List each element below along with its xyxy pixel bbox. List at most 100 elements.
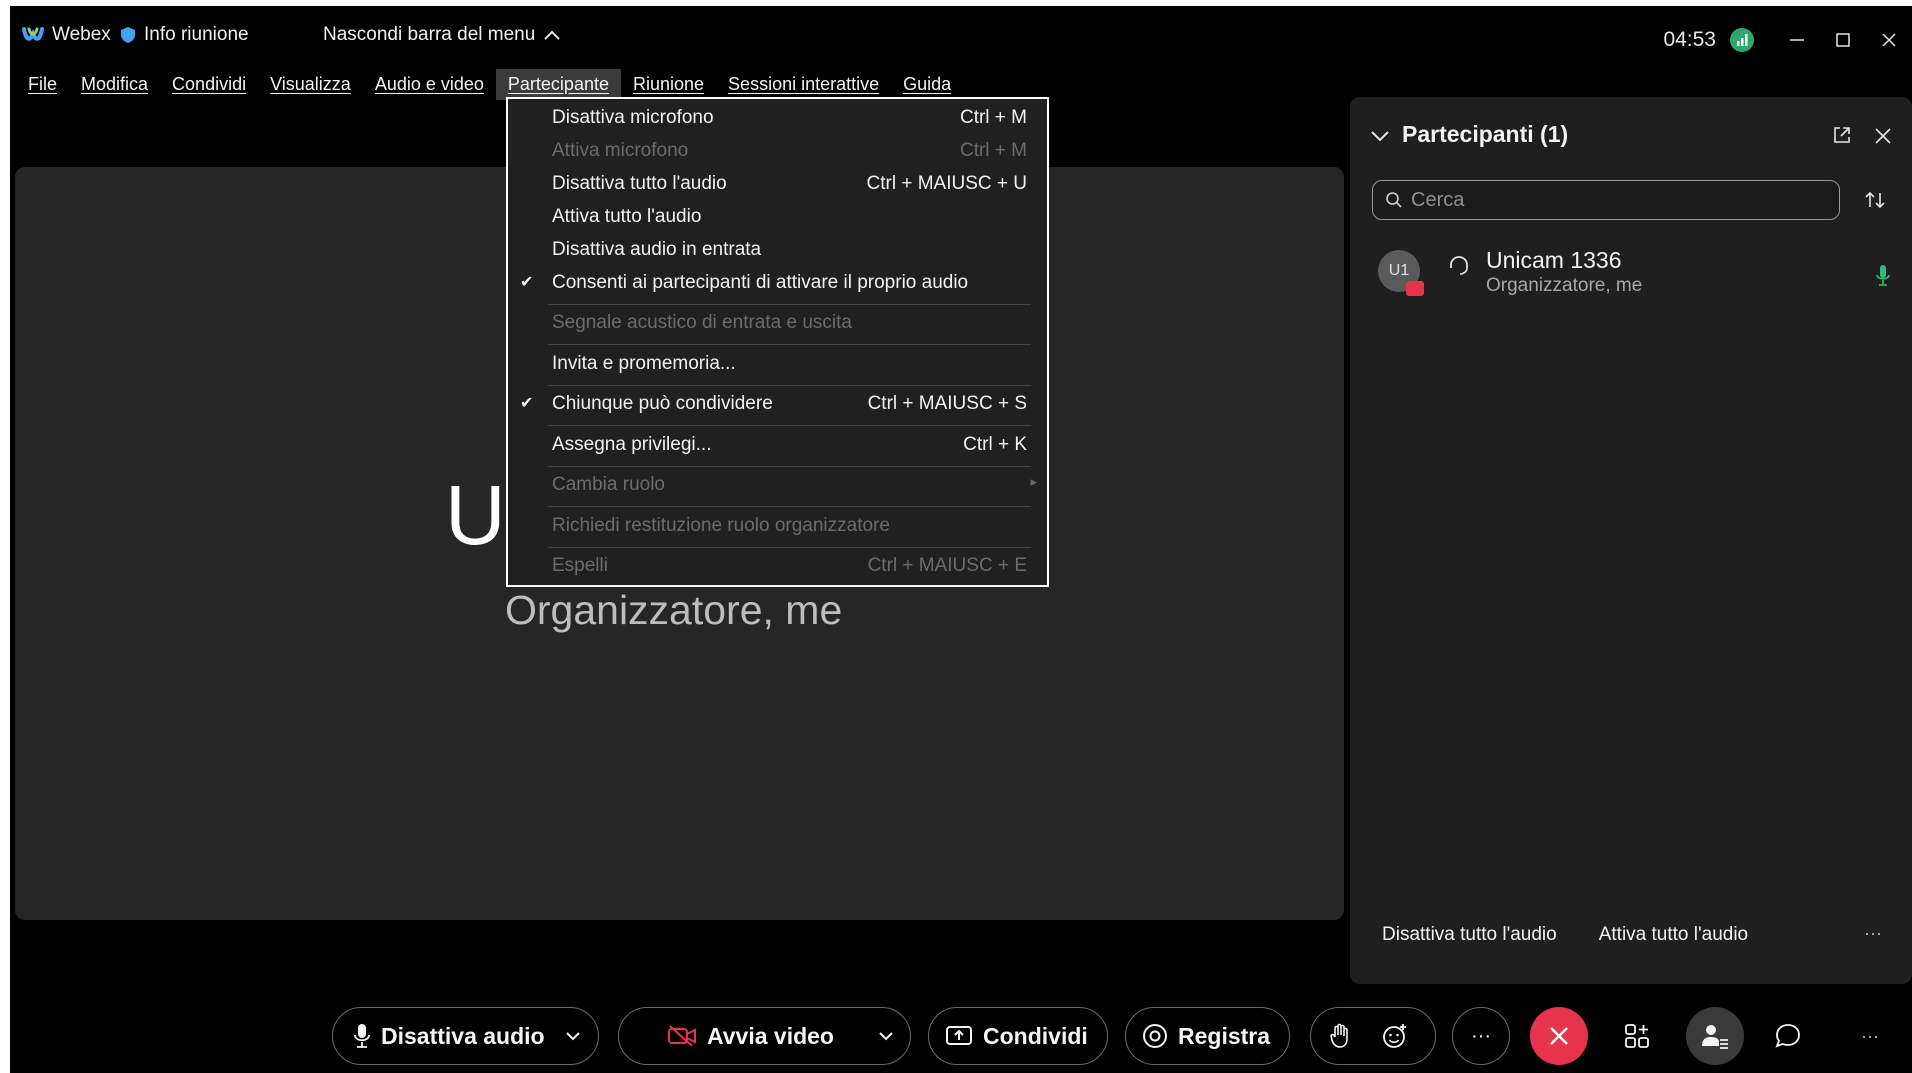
meeting-time: 04:53 — [1663, 28, 1716, 51]
menu-partecipante[interactable]: Partecipante — [495, 68, 621, 100]
menu-row-chiunque-condividere[interactable]: ✔ Chiunque può condividere Ctrl + MAIUSC… — [508, 389, 1047, 421]
chat-button[interactable] — [1764, 1012, 1812, 1060]
more-options-button[interactable]: ··· — [1452, 1007, 1510, 1065]
menu-row-consenti-attivare-audio[interactable]: ✔ Consenti ai partecipanti di attivare i… — [508, 268, 1047, 300]
menu-separator — [548, 506, 1031, 507]
end-call-button[interactable] — [1530, 1007, 1588, 1065]
close-window-button[interactable] — [1866, 20, 1912, 60]
menu-guida[interactable]: Guida — [891, 69, 963, 100]
menu-row-attiva-microfono: Attiva microfono Ctrl + M — [508, 136, 1047, 168]
menu-row-shortcut: Ctrl + K — [963, 434, 1027, 455]
sort-icon[interactable] — [1864, 189, 1886, 211]
menu-row-label: Espelli — [552, 555, 608, 576]
menu-row-attiva-tutto-audio[interactable]: Attiva tutto l'audio — [508, 202, 1047, 234]
menu-row-disattiva-tutto-audio[interactable]: Disattiva tutto l'audio Ctrl + MAIUSC + … — [508, 169, 1047, 201]
menu-row-label: Disattiva audio in entrata — [552, 239, 762, 260]
record-label: Registra — [1178, 1022, 1271, 1049]
menu-riunione[interactable]: Riunione — [621, 69, 716, 100]
menu-row-label: Attiva microfono — [552, 140, 689, 161]
mute-audio-label: Disattiva audio — [381, 1022, 545, 1049]
menu-separator — [548, 344, 1031, 345]
popout-icon[interactable] — [1832, 125, 1852, 145]
minimize-button[interactable] — [1774, 20, 1820, 60]
minimize-icon — [1790, 39, 1804, 41]
checkmark-icon: ✔ — [520, 395, 534, 412]
participant-role: Organizzatore, me — [1486, 275, 1643, 296]
menu-row-shortcut: Ctrl + MAIUSC + U — [866, 173, 1027, 194]
menu-condividi[interactable]: Condividi — [160, 69, 258, 100]
shield-icon — [121, 27, 135, 43]
hide-menu-label: Nascondi barra del menu — [323, 24, 536, 45]
maximize-button[interactable] — [1820, 20, 1866, 60]
submenu-arrow-icon: ▸ — [1030, 474, 1037, 489]
collapse-chevron-icon[interactable] — [1370, 129, 1390, 143]
menu-row-disattiva-microfono[interactable]: Disattiva microfono Ctrl + M — [508, 103, 1047, 135]
menu-row-label: Chiunque può condividere — [552, 393, 773, 414]
menu-row-label: Invita e promemoria... — [552, 353, 736, 374]
emoji-reaction-icon[interactable] — [1381, 1022, 1409, 1050]
apps-add-icon — [1625, 1024, 1649, 1048]
participant-search — [1372, 180, 1840, 220]
mute-audio-button[interactable]: Disattiva audio — [332, 1007, 599, 1065]
share-label: Condividi — [983, 1022, 1088, 1049]
meeting-info-label: Info riunione — [144, 24, 249, 45]
menu-row-label: Richiedi restituzione ruolo organizzator… — [552, 515, 890, 536]
menu-sessioni-interattive[interactable]: Sessioni interattive — [716, 69, 891, 100]
connection-signal-icon[interactable] — [1730, 28, 1754, 52]
meeting-info-button[interactable]: Info riunione — [120, 24, 249, 46]
menu-row-shortcut: Ctrl + MAIUSC + E — [867, 555, 1027, 576]
menu-row-segnale-acustico: Segnale acustico di entrata e uscita — [508, 308, 1047, 340]
avatar: U1 — [1378, 250, 1424, 296]
title-bar: Webex Info riunione Nascondi barra del m… — [10, 6, 1912, 64]
mute-all-button[interactable]: Disattiva tutto l'audio — [1382, 924, 1557, 946]
hide-menu-bar-button[interactable]: Nascondi barra del menu — [323, 24, 561, 46]
menu-file[interactable]: File — [16, 69, 69, 100]
maximize-icon — [1836, 33, 1850, 47]
panel-more-button[interactable]: ··· — [1864, 923, 1882, 944]
record-icon — [1143, 1024, 1167, 1048]
panel-footer: Disattiva tutto l'audio Attiva tutto l'a… — [1382, 924, 1748, 946]
apps-button[interactable] — [1613, 1012, 1661, 1060]
stage-participant-role: Organizzatore, me — [505, 587, 843, 633]
app-brand: Webex — [22, 24, 111, 46]
share-button[interactable]: Condividi — [928, 1007, 1108, 1065]
menu-separator — [548, 385, 1031, 386]
microphone-icon — [354, 1024, 370, 1048]
webex-logo-icon — [22, 27, 44, 41]
menu-row-label: Attiva tutto l'audio — [552, 206, 702, 227]
chevron-down-icon[interactable] — [878, 1031, 894, 1041]
stage-participant-name: U — [445, 468, 506, 562]
avatar-initials: U1 — [1388, 262, 1410, 279]
participant-menu-dropdown: Disattiva microfono Ctrl + M Attiva micr… — [506, 97, 1049, 587]
menu-row-espelli: Espelli Ctrl + MAIUSC + E — [508, 551, 1047, 583]
overflow-more-button[interactable]: ··· — [1846, 1012, 1894, 1060]
microphone-active-icon[interactable] — [1876, 264, 1890, 288]
menu-visualizza[interactable]: Visualizza — [258, 69, 363, 100]
unmute-all-button[interactable]: Attiva tutto l'audio — [1599, 924, 1748, 946]
menu-row-disattiva-audio-entrata[interactable]: Disattiva audio in entrata — [508, 235, 1047, 267]
menu-modifica[interactable]: Modifica — [69, 69, 160, 100]
menu-row-richiedi-ruolo-organizzatore: Richiedi restituzione ruolo organizzator… — [508, 511, 1047, 543]
more-options-label: ··· — [1471, 1024, 1491, 1047]
participant-name[interactable]: Unicam 1336 — [1486, 247, 1622, 274]
search-input[interactable] — [1409, 187, 1813, 213]
menu-row-assegna-privilegi[interactable]: Assegna privilegi... Ctrl + K — [508, 430, 1047, 462]
menu-row-invita-promemoria[interactable]: Invita e promemoria... — [508, 349, 1047, 381]
menu-separator — [548, 547, 1031, 548]
raise-hand-icon[interactable] — [1329, 1023, 1351, 1049]
close-icon — [1550, 1027, 1568, 1045]
chevron-down-icon[interactable] — [565, 1031, 581, 1041]
record-button[interactable]: Registra — [1125, 1007, 1290, 1065]
start-video-button[interactable]: Avvia video — [618, 1007, 911, 1065]
menu-row-cambia-ruolo: Cambia ruolo ▸ — [508, 470, 1047, 502]
close-panel-icon[interactable] — [1874, 127, 1892, 145]
checkmark-icon: ✔ — [520, 274, 534, 291]
menu-row-label: Cambia ruolo — [552, 474, 665, 495]
share-screen-icon — [946, 1026, 972, 1045]
chevron-up-icon — [544, 30, 561, 40]
menu-row-label: Disattiva tutto l'audio — [552, 173, 727, 194]
search-icon — [1386, 192, 1402, 208]
headset-icon — [1450, 256, 1468, 275]
participants-button[interactable] — [1686, 1007, 1744, 1065]
menu-audio-video[interactable]: Audio e video — [363, 69, 496, 100]
